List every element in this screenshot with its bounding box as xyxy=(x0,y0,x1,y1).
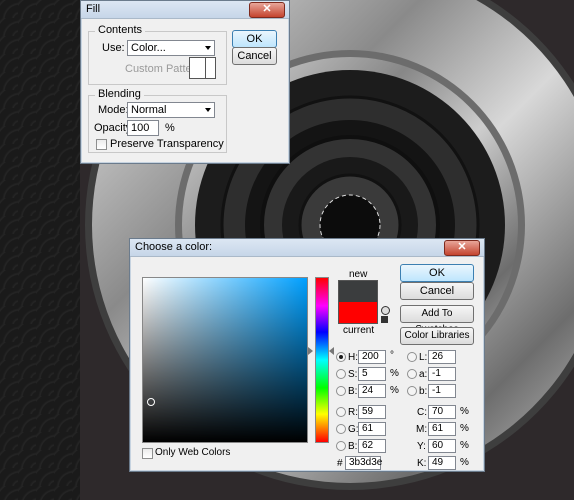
only-web-colors-checkbox[interactable] xyxy=(142,448,153,459)
lab-l-label: L: xyxy=(419,352,428,363)
use-select-value: Color... xyxy=(131,42,166,54)
custom-pattern-swatch[interactable] xyxy=(189,57,216,79)
use-label: Use: xyxy=(102,42,125,54)
chevron-down-icon xyxy=(205,46,211,50)
hue-pointer-left[interactable] xyxy=(308,347,313,355)
opacity-unit: % xyxy=(165,122,175,134)
green-radio[interactable] xyxy=(336,424,346,434)
add-to-swatches-button[interactable]: Add To Swatches xyxy=(400,305,474,335)
web-safe-warning-icon[interactable] xyxy=(381,306,390,315)
color-picker-title: Choose a color: xyxy=(135,241,213,253)
yellow-input[interactable]: 60 xyxy=(428,439,456,453)
new-label: new xyxy=(349,269,368,280)
color-picker-dialog: Choose a color: ✕ new current OK Cancel … xyxy=(129,238,485,472)
saturation-input[interactable]: 5 xyxy=(358,367,386,381)
contents-legend: Contents xyxy=(95,24,146,36)
lab-b-radio[interactable] xyxy=(407,386,417,396)
hue-input[interactable]: 200 xyxy=(358,350,386,364)
mode-label: Mode: xyxy=(98,104,129,116)
black-unit: % xyxy=(460,457,469,468)
opacity-input[interactable]: 100 xyxy=(127,120,159,136)
color-picker-titlebar[interactable]: Choose a color: ✕ xyxy=(130,239,484,257)
current-label: current xyxy=(343,325,375,336)
fill-dialog-title: Fill xyxy=(86,3,101,15)
color-picker-close-button[interactable]: ✕ xyxy=(444,240,480,256)
hue-pointer-right[interactable] xyxy=(329,347,334,355)
cyan-input[interactable]: 70 xyxy=(428,405,456,419)
brightness-radio[interactable] xyxy=(336,386,346,396)
blue-input[interactable]: 62 xyxy=(358,439,386,453)
lab-l-input[interactable]: 26 xyxy=(428,350,456,364)
magenta-unit: % xyxy=(460,423,469,434)
lab-b-label: b: xyxy=(419,386,428,397)
cyan-unit: % xyxy=(460,406,469,417)
saturation-radio[interactable] xyxy=(336,369,346,379)
use-select[interactable]: Color... xyxy=(127,40,215,56)
color-libraries-button[interactable]: Color Libraries xyxy=(400,327,474,345)
new-color-swatch xyxy=(338,280,378,303)
blending-legend: Blending xyxy=(95,88,144,100)
preserve-transparency-label: Preserve Transparency xyxy=(110,138,224,150)
preserve-transparency-checkbox[interactable] xyxy=(96,139,107,150)
fill-cancel-button[interactable]: Cancel xyxy=(232,47,277,65)
yellow-label: Y: xyxy=(417,441,426,452)
lab-b-input[interactable]: -1 xyxy=(428,384,456,398)
current-color-swatch[interactable] xyxy=(338,302,378,324)
mode-select[interactable]: Normal xyxy=(127,102,215,118)
hex-input[interactable]: 3b3d3e xyxy=(345,456,382,470)
lab-a-label: a: xyxy=(419,369,428,380)
fill-dialog: Fill ✕ Contents Use: Color... Custom Pat… xyxy=(80,0,290,164)
color-field[interactable] xyxy=(142,277,308,443)
blue-radio[interactable] xyxy=(336,441,346,451)
pattern-divider xyxy=(205,58,206,78)
green-label: G: xyxy=(348,424,359,435)
hue-unit: ° xyxy=(390,350,394,361)
brightness-label: B: xyxy=(348,386,358,397)
fill-close-button[interactable]: ✕ xyxy=(249,2,285,18)
chevron-down-icon xyxy=(205,108,211,112)
picker-cancel-button[interactable]: Cancel xyxy=(400,282,474,300)
only-web-colors-label: Only Web Colors xyxy=(155,447,231,458)
hue-slider[interactable] xyxy=(315,277,329,443)
black-label: K: xyxy=(417,458,427,469)
red-label: R: xyxy=(348,407,358,418)
hue-radio[interactable] xyxy=(336,352,346,362)
lab-a-radio[interactable] xyxy=(407,369,417,379)
brightness-unit: % xyxy=(390,385,399,396)
red-radio[interactable] xyxy=(336,407,346,417)
mode-select-value: Normal xyxy=(131,104,167,116)
black-input[interactable]: 49 xyxy=(428,456,456,470)
cyan-label: C: xyxy=(417,407,427,418)
red-input[interactable]: 59 xyxy=(358,405,386,419)
fill-titlebar[interactable]: Fill ✕ xyxy=(81,1,289,19)
yellow-unit: % xyxy=(460,440,469,451)
blue-label: B: xyxy=(348,441,358,452)
leather-texture xyxy=(0,0,80,500)
web-safe-swatch[interactable] xyxy=(381,316,388,323)
brightness-input[interactable]: 24 xyxy=(358,384,386,398)
picker-ok-button[interactable]: OK xyxy=(400,264,474,282)
hue-label: H: xyxy=(348,352,358,363)
fill-ok-button[interactable]: OK xyxy=(232,30,277,48)
magenta-input[interactable]: 61 xyxy=(428,422,456,436)
lab-l-radio[interactable] xyxy=(407,352,417,362)
green-input[interactable]: 61 xyxy=(358,422,386,436)
color-field-cursor xyxy=(147,398,155,406)
hex-label: # xyxy=(337,458,343,469)
lab-a-input[interactable]: -1 xyxy=(428,367,456,381)
saturation-label: S: xyxy=(348,369,358,380)
magenta-label: M: xyxy=(416,424,428,435)
saturation-unit: % xyxy=(390,368,399,379)
